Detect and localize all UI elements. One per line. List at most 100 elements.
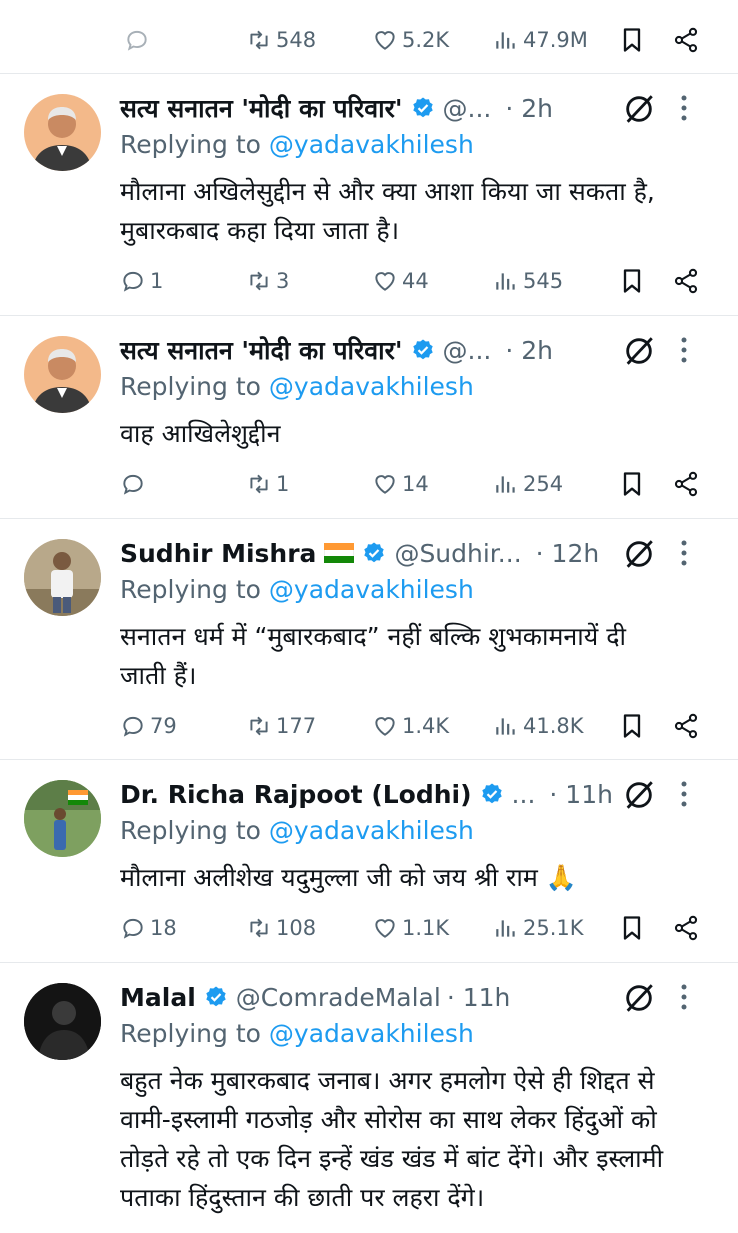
views-button[interactable]: 254 <box>493 464 563 504</box>
reply-icon <box>120 915 146 941</box>
timestamp[interactable]: · 12h <box>536 539 600 568</box>
views-button[interactable]: 41.8K <box>493 706 584 746</box>
tweet-line: मुबारकबाद कहा दिया जाता है। <box>120 216 400 245</box>
views-button[interactable]: 25.1K <box>493 908 584 948</box>
grok-icon[interactable] <box>622 981 656 1015</box>
reply-count: 79 <box>150 714 177 738</box>
retweet-button[interactable]: 108 <box>246 908 316 948</box>
like-icon <box>372 268 398 294</box>
replying-to: Replying to @yadavakhilesh <box>120 816 474 850</box>
grok-icon[interactable] <box>622 334 656 368</box>
replying-label: Replying to <box>120 372 261 401</box>
replying-to: Replying to @yadavakhilesh <box>120 575 474 609</box>
tweet-line: पताका हिंदुस्तान की छाती पर लहरा देंगे। <box>120 1183 485 1212</box>
action-bar: 79 177 1.4K 41.8K <box>0 706 738 746</box>
like-button[interactable]: 5.2K <box>372 20 449 60</box>
timestamp[interactable]: · 11h <box>549 780 613 809</box>
like-count: 1.4K <box>402 714 450 738</box>
tweet-line: मौलाना अलीशेख यदुमुल्ला जी को जय श्री रा… <box>120 863 577 892</box>
reply-count: 18 <box>150 916 177 940</box>
tweet-text: मौलाना अलीशेख यदुमुल्ला जी को जय श्री रा… <box>120 858 718 897</box>
bookmark-icon[interactable] <box>618 26 646 54</box>
reply-tweet[interactable]: सत्य सनातन 'मोदी का परिवार' @... · 2h Re… <box>0 74 738 316</box>
reply-icon <box>120 471 146 497</box>
author-handle[interactable]: @... <box>443 336 492 365</box>
avatar[interactable] <box>24 336 101 413</box>
more-icon[interactable] <box>680 94 688 122</box>
reply-tweet[interactable]: Dr. Richa Rajpoot (Lodhi) ... · 11h Repl… <box>0 760 738 963</box>
reply-tweet[interactable]: Sudhir Mishra @Sudhir... · 12h Replying … <box>0 519 738 760</box>
timestamp[interactable]: · 11h <box>447 983 511 1012</box>
tweet-text: बहुत नेक मुबारकबाद जनाब। अगर हमलोग ऐसे ह… <box>120 1061 718 1217</box>
replying-handle[interactable]: @yadavakhilesh <box>269 575 474 604</box>
retweet-button[interactable]: 177 <box>246 706 316 746</box>
like-button[interactable]: 1.1K <box>372 908 449 948</box>
author-handle[interactable]: ... <box>512 780 536 809</box>
tweet-line: बहुत नेक मुबारकबाद जनाब। अगर हमलोग ऐसे ह… <box>120 1066 655 1095</box>
like-count: 1.1K <box>402 916 450 940</box>
author-handle[interactable]: @ComradeMalal <box>236 983 441 1012</box>
reply-icon <box>120 713 146 739</box>
views-button[interactable]: 47.9M <box>493 20 588 60</box>
author-handle[interactable]: @... <box>443 94 492 123</box>
author-name[interactable]: Dr. Richa Rajpoot (Lodhi) <box>120 780 472 809</box>
like-button[interactable]: 1.4K <box>372 706 449 746</box>
replying-handle[interactable]: @yadavakhilesh <box>269 372 474 401</box>
avatar[interactable] <box>24 780 101 857</box>
share-icon[interactable] <box>672 712 700 740</box>
grok-icon[interactable] <box>622 778 656 812</box>
share-icon[interactable] <box>672 470 700 498</box>
reply-button[interactable]: 18 <box>120 908 177 948</box>
like-button[interactable]: 14 <box>372 464 429 504</box>
retweet-button[interactable]: 1 <box>246 464 289 504</box>
avatar[interactable] <box>24 539 101 616</box>
more-icon[interactable] <box>680 780 688 808</box>
like-button[interactable]: 44 <box>372 261 429 301</box>
author-name[interactable]: Sudhir Mishra <box>120 539 316 568</box>
retweet-button[interactable]: 3 <box>246 261 289 301</box>
reply-button[interactable] <box>120 464 150 504</box>
retweet-count: 108 <box>276 916 317 940</box>
grok-icon[interactable] <box>622 537 656 571</box>
reply-tweet[interactable]: Malal @ComradeMalal · 11h Replying to @y… <box>0 963 738 1233</box>
reply-button[interactable]: 79 <box>120 706 177 746</box>
replying-to: Replying to @yadavakhilesh <box>120 372 474 406</box>
share-icon[interactable] <box>672 26 700 54</box>
action-bar: 18 108 1.1K 25.1K <box>0 908 738 948</box>
more-icon[interactable] <box>680 336 688 364</box>
bookmark-icon[interactable] <box>618 267 646 295</box>
replying-handle[interactable]: @yadavakhilesh <box>269 1019 474 1048</box>
reply-button[interactable] <box>124 20 154 60</box>
retweet-count: 1 <box>276 472 290 496</box>
more-icon[interactable] <box>680 983 688 1011</box>
replying-handle[interactable]: @yadavakhilesh <box>269 130 474 159</box>
more-icon[interactable] <box>680 539 688 567</box>
author-name[interactable]: सत्य सनातन 'मोदी का परिवार' <box>120 333 403 367</box>
like-icon <box>372 471 398 497</box>
retweet-button[interactable]: 548 <box>246 20 316 60</box>
action-bar: 1 3 44 545 <box>0 261 738 301</box>
bookmark-icon[interactable] <box>618 712 646 740</box>
author-handle[interactable]: @Sudhir... <box>394 539 521 568</box>
reply-tweet[interactable]: सत्य सनातन 'मोदी का परिवार' @... · 2h Re… <box>0 316 738 519</box>
avatar[interactable] <box>24 983 101 1060</box>
share-icon[interactable] <box>672 914 700 942</box>
tweet-text: वाह आखिलेशुद्दीन <box>120 414 718 453</box>
like-count: 5.2K <box>402 28 450 52</box>
grok-icon[interactable] <box>622 92 656 126</box>
views-button[interactable]: 545 <box>493 261 563 301</box>
share-icon[interactable] <box>672 267 700 295</box>
verified-icon <box>362 541 386 565</box>
bookmark-icon[interactable] <box>618 914 646 942</box>
verified-icon <box>204 985 228 1009</box>
replying-handle[interactable]: @yadavakhilesh <box>269 816 474 845</box>
tweet-line: मौलाना अखिलेसुद्दीन से और क्या आशा किया … <box>120 177 655 206</box>
reply-button[interactable]: 1 <box>120 261 163 301</box>
view-count: 47.9M <box>523 28 588 52</box>
avatar[interactable] <box>24 94 101 171</box>
bookmark-icon[interactable] <box>618 470 646 498</box>
timestamp[interactable]: · 2h <box>505 336 553 365</box>
author-name[interactable]: Malal <box>120 983 196 1012</box>
timestamp[interactable]: · 2h <box>505 94 553 123</box>
author-name[interactable]: सत्य सनातन 'मोदी का परिवार' <box>120 91 403 125</box>
